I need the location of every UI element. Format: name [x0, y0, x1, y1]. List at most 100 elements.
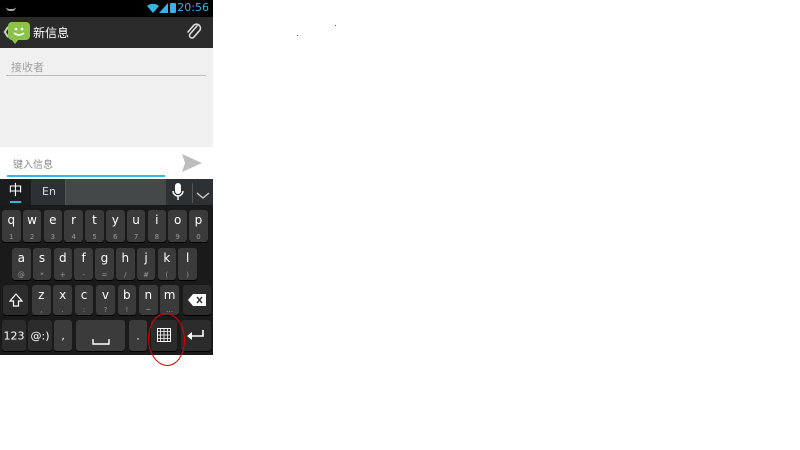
key-label: t — [92, 213, 97, 227]
key-sub-label: 5 — [92, 233, 97, 241]
key-w[interactable]: w2 — [22, 210, 42, 242]
key-label: l — [185, 251, 190, 265]
enter-icon — [187, 330, 204, 340]
recipient-field[interactable]: 接收者 — [6, 58, 206, 76]
key-sub-label: 8 — [154, 233, 160, 241]
period-key[interactable]: . — [129, 320, 147, 351]
key-label: y — [111, 213, 119, 227]
key-q[interactable]: q1 — [2, 210, 21, 242]
wifi-icon — [147, 3, 159, 13]
key-label: k — [163, 251, 171, 265]
key-sub-label: 7 — [133, 233, 139, 241]
microphone-icon[interactable] — [172, 183, 184, 201]
english-mode-button[interactable]: En — [33, 179, 66, 205]
key-y[interactable]: y6 — [106, 210, 125, 242]
attachment-icon[interactable] — [185, 23, 203, 41]
key-sub-label: ) — [186, 271, 189, 279]
key-x[interactable]: x. — [53, 285, 72, 315]
enter-key[interactable] — [181, 320, 211, 351]
numbers-key-label: 123 — [3, 329, 25, 342]
hide-keyboard-button[interactable] — [192, 183, 213, 203]
phone-screen: 20:56 ❮ 新信息 接收者 键入信息 中 En q 1 w 2 e 3 r … — [0, 0, 213, 355]
key-label: r — [71, 213, 77, 227]
key-label: b — [123, 288, 131, 302]
key-s[interactable]: s * — [32, 248, 52, 280]
chevron-down-icon — [196, 192, 210, 199]
key-h[interactable]: h / — [116, 248, 135, 280]
candidate-area — [66, 179, 166, 205]
key-sub-label: 2 — [29, 233, 35, 241]
key-sub-label: 6 — [113, 233, 118, 241]
key-m[interactable]: m… — [160, 285, 179, 315]
emoticon-key-label: @:) — [30, 329, 50, 342]
numbers-key[interactable]: 123 — [2, 320, 26, 351]
compose-bar: 键入信息 — [0, 147, 213, 179]
key-p[interactable]: p0 — [189, 210, 208, 242]
key-sub-label: ~ — [145, 306, 152, 314]
key-f[interactable]: f- — [74, 248, 93, 280]
key-label: h — [121, 251, 130, 265]
shift-key[interactable] — [3, 285, 28, 315]
ime-toolbar: 中 En — [0, 179, 213, 205]
key-z[interactable]: z, — [32, 285, 51, 315]
key-i[interactable]: i8 — [147, 210, 167, 242]
message-input[interactable]: 键入信息 — [7, 153, 165, 177]
emoticon-key[interactable]: @:) — [28, 320, 52, 351]
key-v[interactable]: v? — [96, 285, 115, 315]
key-label: n — [144, 288, 153, 302]
space-key[interactable] — [76, 320, 125, 351]
key-sub-label: 3 — [50, 233, 56, 241]
key-label: p — [194, 213, 203, 227]
key-d[interactable]: d + — [53, 248, 73, 280]
backspace-icon — [188, 294, 206, 306]
comma-key[interactable]: , — [54, 320, 72, 351]
key-label: u — [132, 213, 140, 227]
backspace-key[interactable] — [183, 285, 211, 315]
period-key-label: . — [136, 329, 140, 342]
stray-dot — [335, 25, 336, 26]
key-a[interactable]: a @ — [12, 248, 31, 280]
key-sub-label: = — [101, 271, 108, 279]
page-title: 新信息 — [33, 26, 70, 40]
key-label: m — [163, 288, 176, 302]
key-sub-label: * — [40, 271, 44, 279]
key-sub-label: 9 — [175, 233, 180, 241]
key-n[interactable]: n ~ — [139, 285, 158, 315]
key-sub-label: @ — [17, 271, 25, 279]
key-g[interactable]: g = — [95, 248, 114, 280]
key-b[interactable]: b! — [117, 285, 137, 315]
key-r[interactable]: r4 — [64, 210, 83, 242]
shift-icon — [9, 293, 23, 307]
key-sub-label: : — [82, 306, 86, 314]
message-area: 接收者 — [0, 48, 213, 147]
key-label: c — [80, 288, 88, 302]
key-sub-label: 0 — [196, 233, 201, 241]
key-label: q — [7, 213, 16, 227]
chinese-mode-button[interactable]: 中 — [0, 179, 31, 205]
key-sub-label: + — [59, 271, 66, 279]
key-label: i — [155, 213, 159, 227]
smiley-icon — [13, 27, 25, 36]
key-j[interactable]: j # — [136, 248, 156, 280]
key-sub-label: , — [40, 306, 43, 314]
status-time: 20:56 — [177, 1, 209, 14]
key-sub-label: ( — [165, 271, 169, 279]
key-sub-label: . — [61, 306, 64, 314]
key-c[interactable]: c: — [74, 285, 94, 315]
key-t[interactable]: t5 — [85, 210, 104, 242]
recipient-placeholder: 接收者 — [11, 61, 44, 74]
key-label: o — [173, 213, 182, 227]
key-label: e — [49, 213, 57, 227]
action-bar: ❮ 新信息 — [0, 17, 213, 48]
send-icon[interactable] — [181, 153, 203, 173]
battery-icon — [170, 3, 176, 13]
key-sub-label: 4 — [71, 233, 76, 241]
key-l[interactable]: l) — [178, 248, 197, 280]
key-e[interactable]: e3 — [43, 210, 63, 242]
key-label: v — [101, 288, 109, 302]
comma-key-label: , — [61, 329, 65, 342]
key-o[interactable]: o9 — [168, 210, 187, 242]
key-u[interactable]: u7 — [126, 210, 146, 242]
messaging-app-icon[interactable] — [8, 22, 30, 44]
key-k[interactable]: k( — [157, 248, 177, 280]
